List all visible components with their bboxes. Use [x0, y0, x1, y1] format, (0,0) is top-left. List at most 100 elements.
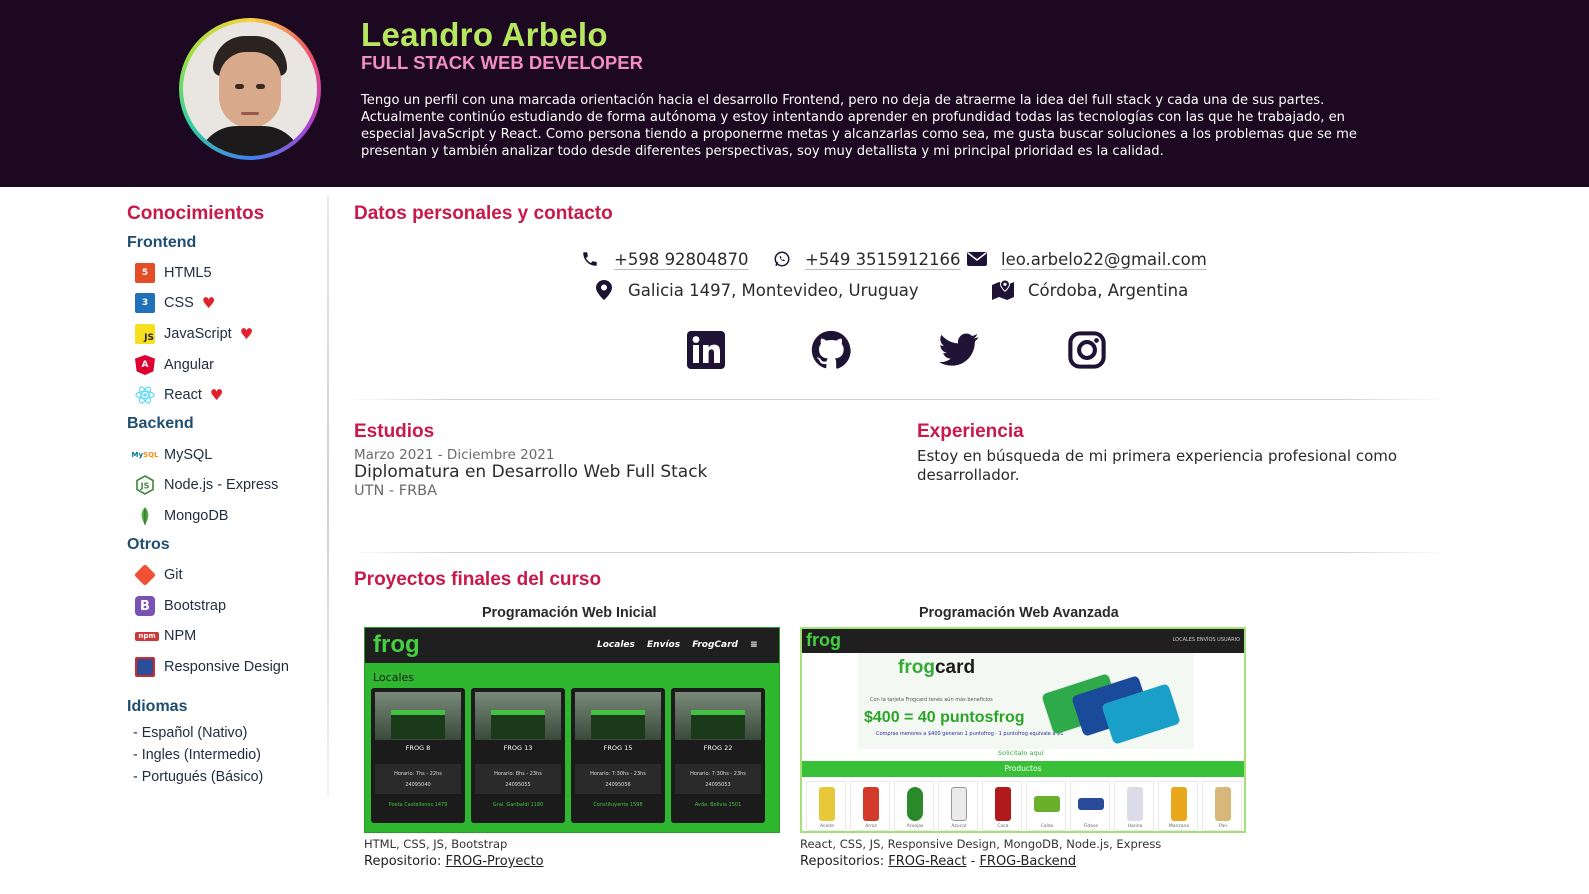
skill-bootstrap: B Bootstrap — [135, 595, 226, 617]
repo-separator: - — [966, 854, 980, 869]
product-name: Azúcar — [951, 824, 967, 829]
project-2-screenshot[interactable]: frog LOCALES ENVÍOS USUARIO frogcard Con… — [800, 627, 1246, 833]
instagram-icon[interactable] — [1067, 330, 1107, 370]
repo-link-frog-backend[interactable]: FROG-Backend — [979, 854, 1076, 869]
store-hours-text: Horario: 7:30hs - 23hs — [590, 771, 646, 777]
frog-logo: frog — [373, 631, 420, 658]
store-name: FROG 22 — [703, 744, 733, 752]
promo-subtitle: Con la tarjeta Frogcard tenés aún más be… — [870, 697, 993, 703]
twitter-icon[interactable] — [939, 330, 979, 370]
store-address: Gral. Garibaldi 1180 — [492, 802, 544, 808]
store-hours-text: Horario: 8hs - 23hs — [494, 771, 542, 777]
sidebar-divider — [327, 196, 329, 796]
skill-label: JavaScript — [164, 326, 232, 342]
shot-navbar: frog Locales Envíos FrogCard ≡ — [365, 628, 779, 663]
css3-icon: 3 — [135, 293, 155, 313]
address-contact: Galicia 1497, Montevideo, Uruguay — [594, 280, 919, 300]
skill-label: Responsive Design — [164, 659, 289, 675]
store-name: FROG 15 — [603, 744, 633, 752]
react-icon — [135, 385, 155, 405]
email-contact[interactable]: leo.arbelo22@gmail.com — [967, 249, 1207, 269]
product-tile: Coca — [982, 781, 1022, 831]
phone-contact[interactable]: +598 92804870 — [580, 249, 749, 269]
group-title-backend: Backend — [127, 415, 194, 432]
store-hours: Horario: 8hs - 23hs 24095055 — [475, 764, 561, 794]
heart-icon: ♥ — [239, 324, 254, 343]
store-photo — [675, 692, 761, 740]
heart-icon: ♥ — [209, 385, 224, 404]
github-icon[interactable] — [811, 330, 851, 370]
profile-role: FULL STACK WEB DEVELOPER — [361, 52, 643, 73]
store-hours-text: Horario: 7:30hs - 23hs — [690, 771, 746, 777]
skill-label: Git — [164, 567, 183, 583]
repo-link-frog-proyecto[interactable]: FROG-Proyecto — [446, 854, 544, 869]
project-1-screenshot[interactable]: frog Locales Envíos FrogCard ≡ Locales F… — [364, 627, 780, 833]
responsive-design-icon — [135, 657, 155, 677]
product-name: Aceite — [819, 824, 835, 829]
skill-label: Angular — [164, 357, 214, 373]
projects-title: Proyectos finales del curso — [354, 569, 602, 590]
angular-icon: A — [135, 355, 155, 375]
studies-institution: UTN - FRBA — [354, 483, 438, 499]
whatsapp-contact[interactable]: +549 3515912166 — [772, 249, 961, 269]
skill-label: MySQL — [164, 447, 213, 463]
product-tile: Harina — [1114, 781, 1154, 831]
group-title-frontend: Frontend — [127, 234, 197, 251]
heart-icon: ♥ — [201, 293, 216, 312]
experience-title: Experiencia — [917, 421, 1024, 442]
experience-text: Estoy en búsqueda de mi primera experien… — [917, 447, 1398, 484]
profile-bio: Tengo un perfil con una marcada orientac… — [361, 93, 1357, 159]
studies-date: Marzo 2021 - Diciembre 2021 — [354, 447, 555, 463]
products-bar: Productos — [802, 761, 1244, 777]
skill-label: HTML5 — [164, 265, 212, 281]
product-name: Arvejas — [906, 824, 924, 829]
profile-name: Leandro Arbelo — [361, 16, 608, 53]
product-tile: Arvejas — [894, 781, 934, 831]
origin-text: Córdoba, Argentina — [1028, 280, 1189, 300]
javascript-icon: JS — [135, 324, 155, 344]
contact-title: Datos personales y contacto — [354, 203, 613, 224]
git-icon — [133, 563, 157, 587]
store-hours: Horario: 7hs - 22hs 24095040 — [375, 764, 461, 794]
product-name: Coca — [997, 824, 1009, 829]
html5-icon: 5 — [135, 263, 155, 283]
project-2-tech: React, CSS, JS, Responsive Design, Mongo… — [800, 837, 1162, 851]
email-address[interactable]: leo.arbelo22@gmail.com — [1001, 250, 1207, 269]
product-tile: Manzana — [1158, 781, 1198, 831]
group-title-otros: Otros — [127, 536, 170, 553]
product-name: Caldo — [1040, 824, 1054, 829]
store-name: FROG 13 — [503, 744, 533, 752]
skill-git: Git — [133, 563, 183, 587]
store-address: Constituyente 1598 — [593, 802, 643, 808]
store-card: FROG 15 Horario: 7:30hs - 23hs 24095056 C… — [571, 688, 665, 823]
map-pin-icon — [594, 280, 614, 300]
skill-mongodb: MongoDB — [135, 505, 228, 527]
profile-header: Leandro Arbelo FULL STACK WEB DEVELOPER … — [0, 0, 1589, 187]
store-card: FROG 8 Horario: 7hs - 22hs 24095040 Poeta… — [371, 688, 465, 823]
section-divider — [346, 552, 1446, 553]
skill-angular: A Angular — [135, 354, 214, 376]
address-text: Galicia 1497, Montevideo, Uruguay — [628, 280, 919, 300]
linkedin-icon[interactable] — [686, 330, 726, 370]
product-name: Arroz — [865, 824, 877, 829]
request-link: Solicitalo aquí — [998, 749, 1044, 757]
shot-nav-item: Locales — [597, 640, 635, 650]
product-tile: Caldo — [1026, 781, 1066, 831]
mongodb-icon — [135, 506, 155, 526]
whatsapp-number[interactable]: +549 3515912166 — [805, 250, 961, 269]
skill-nodejs: JS Node.js - Express — [135, 474, 278, 496]
shot-section-title: Locales — [373, 671, 415, 684]
repo-link-frog-react[interactable]: FROG-React — [888, 854, 966, 869]
repo-label: Repositorio: — [364, 854, 446, 869]
store-photo — [375, 692, 461, 740]
avatar — [183, 22, 317, 156]
promo-headline: $400 = 40 puntosfrog — [864, 709, 1025, 726]
shot-nav-links: Locales Envíos FrogCard ≡ — [597, 640, 767, 650]
skill-label: NPM — [164, 628, 197, 644]
phone-number[interactable]: +598 92804870 — [614, 250, 749, 269]
product-name: Manzana — [1168, 824, 1190, 829]
shot-nav-item: Envíos — [647, 640, 681, 650]
language-item: - Portugués (Básico) — [133, 769, 264, 785]
studies-title: Estudios — [354, 421, 435, 442]
bootstrap-icon: B — [135, 596, 155, 616]
